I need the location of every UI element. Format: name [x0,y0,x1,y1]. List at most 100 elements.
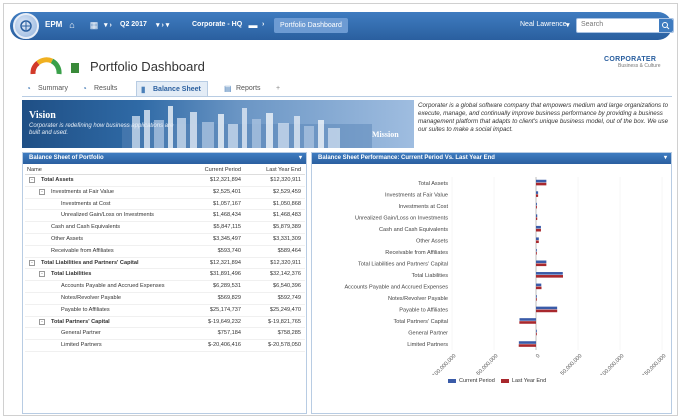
current-period-value: $5,847,115 [213,224,241,231]
home-icon[interactable]: ⌂ [67,20,77,30]
collapse-toggle-icon[interactable]: - [39,318,45,325]
mission-text: Corporater is a global software company … [418,102,669,133]
y-category-label: Total Liabilities [412,273,449,279]
vision-mission-banner: Vision Corporater is redefining how busi… [22,100,414,148]
search-icon[interactable] [659,19,673,32]
period-selector[interactable]: Q2 2017 [120,21,147,28]
chevron-down-icon[interactable]: ▾ [299,153,302,164]
table-row[interactable]: Other Assets $3,345,497 $3,331,309 [25,234,305,246]
table-row[interactable]: Cash and Cash Equivalents $5,847,115 $5,87… [25,222,305,234]
collapse-toggle-icon[interactable]: - [39,188,45,195]
current-period-value: $757,184 [217,330,241,337]
last-year-value: $2,529,459 [273,188,301,195]
column-header[interactable]: Name [27,167,42,173]
current-period-value: $6,289,531 [213,283,241,290]
vision-title: Vision [29,110,56,121]
legend-swatch [500,378,509,383]
y-category-label: Notes/Revolver Payable [388,296,448,302]
chevron-down-icon[interactable]: ▾ [664,153,667,164]
panel-header: Balance Sheet of Portfolio ▾ [23,153,306,164]
row-name: Accounts Payable and Accrued Expenses [61,283,165,290]
table-row[interactable]: Investments at Cost $1,057,167 $1,050,868 [25,199,305,211]
y-category-label: Unrealized Gain/Loss on Investments [355,215,448,221]
bar-current-period [536,191,539,194]
table-row[interactable]: Notes/Revolver Payable $569,829 $592,749 [25,293,305,305]
search-placeholder: Search [581,21,604,28]
row-name: General Partner [61,330,101,337]
app-name[interactable]: EPM [45,20,62,29]
bar-current-period [536,272,563,275]
collapse-toggle-icon[interactable]: - [29,259,35,266]
tab-divider [22,96,672,97]
table-row[interactable]: - Total Liabilities and Partners' Capital… [25,258,305,270]
last-year-value: $-19,821,765 [268,318,301,325]
legend-swatch [448,378,456,383]
balance-sheet-panel: Balance Sheet of Portfolio ▾ Name Curren… [22,152,307,414]
last-year-value: $1,468,483 [273,212,301,219]
epm-logo-icon[interactable] [13,13,39,39]
search-input[interactable]: Search [576,18,674,33]
row-name: Unrealized Gain/Loss on Investments [61,212,154,219]
last-year-value: $758,285 [277,330,301,337]
balance-sheet-table: Name Current Period Last Year End - Total… [25,166,305,352]
table-row[interactable]: Unrealized Gain/Loss on Investments $1,46… [25,210,305,223]
bar-last-year-end [536,263,547,267]
table-row[interactable]: - Total Liabilities $31,891,496 $32,142,376 [25,269,305,282]
last-year-value: $32,142,376 [269,271,301,278]
row-name: Investments at Cost [61,200,111,207]
tab-label: Reports [236,85,261,92]
table-row[interactable]: - Total Assets $12,321,894 $12,320,911 [25,175,305,187]
last-year-value: $25,249,470 [269,306,301,313]
current-period-value: $2,525,401 [213,188,241,195]
bar-last-year-end [536,217,538,220]
table-row[interactable]: Receivable from Affiliates $593,740 $589,4… [25,246,305,258]
add-tab-button[interactable]: + [276,81,280,97]
user-menu[interactable]: Neal Lawrence [520,21,567,28]
bar-last-year-end [536,309,558,313]
table-row[interactable]: Accounts Payable and Accrued Expenses $6,… [25,281,305,293]
legend-label: Current Period [459,378,495,384]
row-name: Total Liabilities [51,271,92,278]
row-name: Payable to Affiliates [61,306,110,313]
tab-summary[interactable]: ◔ Summary [26,81,68,97]
x-tick-label: 150,000,000 [642,353,668,375]
collapse-toggle-icon[interactable]: - [29,177,35,183]
bar-last-year-end [518,344,536,347]
calendar-icon[interactable]: ▦ [89,20,99,30]
collapse-toggle-icon[interactable]: - [39,271,45,278]
column-header[interactable]: Last Year End [266,167,301,173]
bar-last-year-end [536,228,541,232]
row-name: Total Partners' Capital [51,318,110,325]
table-row[interactable]: Limited Partners $-20,406,416 $-20,578,050 [25,340,305,352]
tab-reports[interactable]: ▤ Reports [224,81,261,97]
table-row[interactable]: - Investments at Fair Value $2,525,401 $2,5… [25,187,305,199]
location-selector[interactable]: Corporate - HQ [192,21,242,28]
tab-balance-sheet[interactable]: ▮ Balance Sheet [136,81,208,97]
row-name: Receivable from Affiliates [51,247,114,254]
table-row[interactable]: General Partner $757,184 $758,285 [25,328,305,341]
legend-label: Last Year End [511,378,547,384]
bar-last-year-end [536,205,537,209]
y-category-label: Investments at Fair Value [385,192,448,198]
last-year-value: $12,320,911 [270,177,301,183]
bar-last-year-end [536,275,563,278]
current-period-value: $593,740 [217,247,241,254]
tab-results[interactable]: ◔ Results [82,81,117,97]
folder-icon[interactable]: ▬ [248,20,258,30]
y-category-label: Limited Partners [407,342,448,348]
gauge-icon [30,57,62,75]
bar-current-period [536,225,541,229]
chevron-down-icon[interactable]: ▾ [566,21,570,29]
row-name: Total Assets [41,177,74,183]
bar-current-period [536,283,542,287]
table-row[interactable]: - Total Partners' Capital $-19,649,232 $-19… [25,317,305,329]
column-header[interactable]: Current Period [205,167,241,173]
x-tick-label: 50,000,000 [560,353,584,375]
current-period-value: $31,891,496 [209,271,241,278]
breadcrumb-active[interactable]: Portfolio Dashboard [274,18,348,33]
table-row[interactable]: Payable to Affiliates $25,174,737 $25,249,… [25,305,305,317]
current-period-value: $3,345,497 [213,235,241,242]
bar-current-period [536,214,538,217]
bar-last-year-end [536,194,539,197]
chevron-down-icon[interactable]: ▾ › [104,21,112,29]
